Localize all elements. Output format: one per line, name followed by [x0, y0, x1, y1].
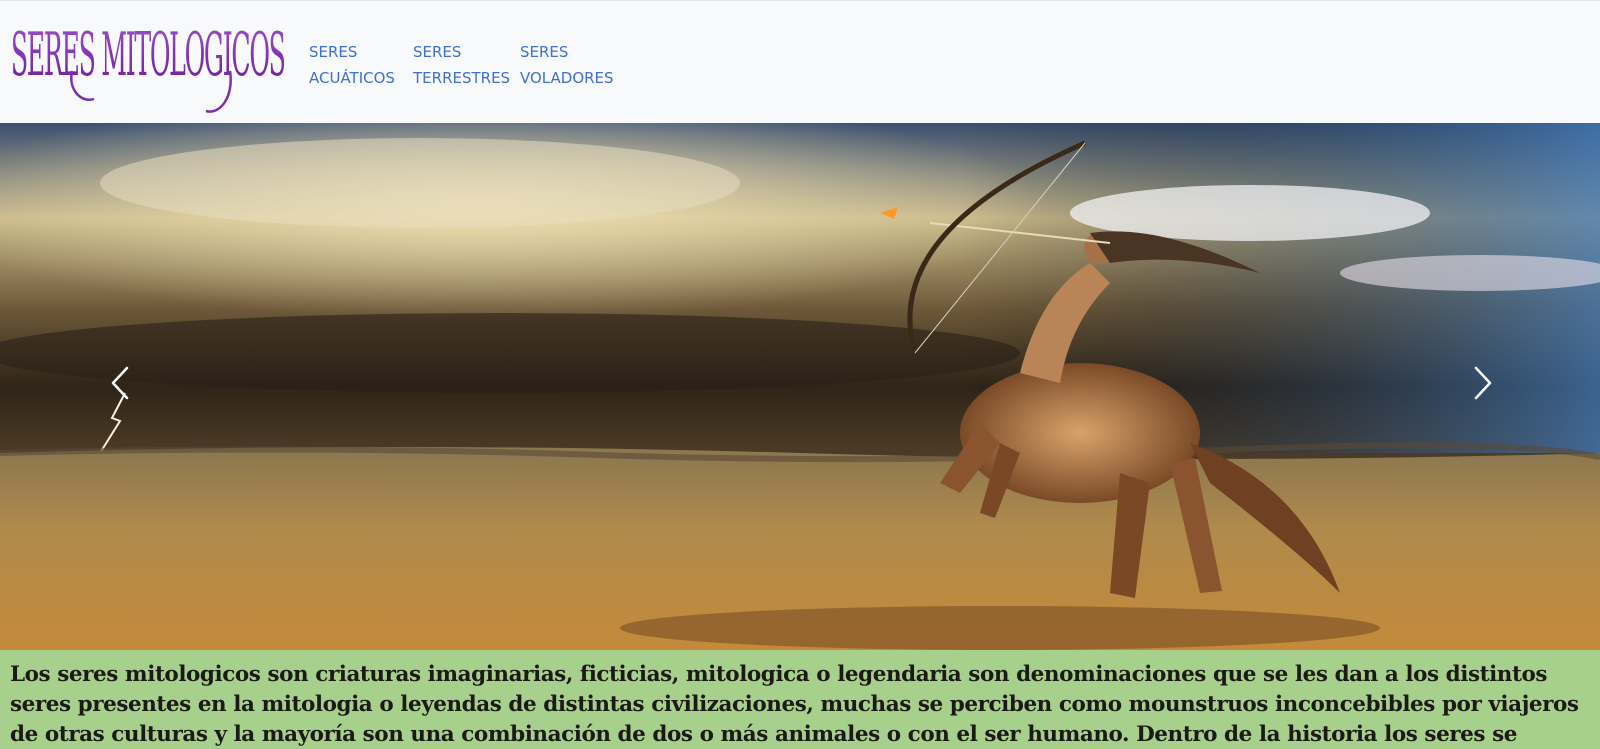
nav-link-line: SERES: [413, 43, 462, 61]
carousel-prev-button[interactable]: [90, 353, 150, 413]
logo-text: SERES MITOLOGICOS: [11, 19, 286, 89]
nav-link-line: TERRESTRES: [413, 69, 511, 87]
navbar: SERES MITOLOGICOS SERES ACUÁTICOS SERES …: [0, 0, 1600, 123]
carousel-slide-image: [0, 123, 1600, 650]
chevron-left-icon: [111, 366, 129, 400]
nav-link-voladores[interactable]: SERES VOLADORES: [520, 39, 637, 91]
carousel-next-button[interactable]: [1453, 353, 1513, 413]
nav-link-line: SERES: [309, 43, 358, 61]
nav-link-line: VOLADORES: [520, 69, 614, 87]
intro-section: Los seres mitologicos son criaturas imag…: [0, 650, 1600, 749]
nav-link-line: ACUÁTICOS: [309, 69, 395, 87]
brand-logo[interactable]: SERES MITOLOGICOS: [10, 7, 296, 119]
chevron-right-icon: [1474, 366, 1492, 400]
nav-link-terrestres[interactable]: SERES TERRESTRES: [413, 39, 520, 91]
nav-link-acuaticos[interactable]: SERES ACUÁTICOS: [309, 39, 413, 91]
main-nav: SERES ACUÁTICOS SERES TERRESTRES SERES V…: [309, 39, 637, 91]
hero-carousel: [0, 123, 1600, 650]
intro-paragraph: Los seres mitologicos son criaturas imag…: [10, 662, 1579, 747]
nav-link-line: SERES: [520, 43, 569, 61]
logo-wordmark: SERES MITOLOGICOS: [11, 19, 286, 113]
